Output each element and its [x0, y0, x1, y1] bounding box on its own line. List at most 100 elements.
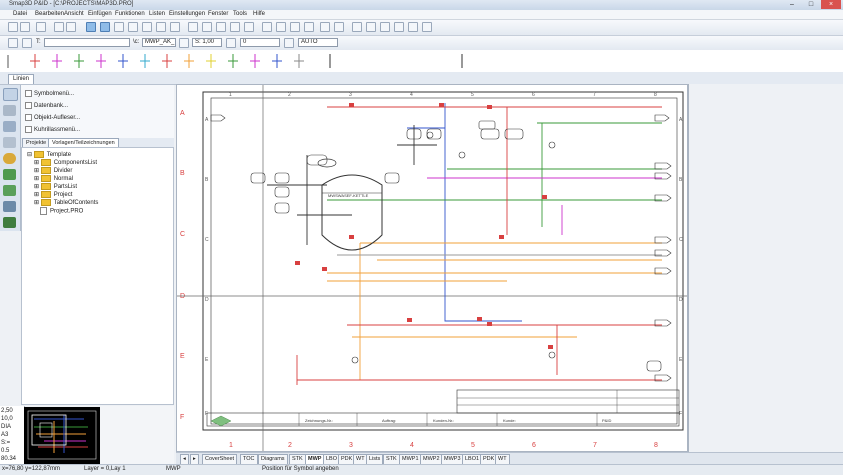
- tab-linien[interactable]: Linien: [8, 74, 35, 84]
- zoom-button[interactable]: [276, 22, 286, 32]
- menu-fenster[interactable]: Fenster: [208, 11, 228, 17]
- database-item[interactable]: Datenbank...: [25, 102, 170, 111]
- row-label-d: D: [180, 293, 185, 300]
- snap-button[interactable]: [366, 22, 376, 32]
- copy-button[interactable]: [202, 22, 212, 32]
- tree-item-normal[interactable]: ⊞ Normal: [34, 175, 73, 182]
- save-button[interactable]: [36, 22, 46, 32]
- layer-green-icon[interactable]: [3, 169, 16, 180]
- export-icon[interactable]: [3, 217, 16, 228]
- menu-datei[interactable]: Datei: [13, 11, 27, 17]
- layer-list-icon[interactable]: [3, 185, 16, 196]
- object-icon[interactable]: [3, 121, 16, 132]
- print-button[interactable]: [54, 22, 64, 32]
- pointer-tool-button[interactable]: [86, 22, 96, 32]
- export-button[interactable]: [422, 22, 432, 32]
- menu-einstellungen[interactable]: Einstellungen: [169, 11, 205, 17]
- network-button[interactable]: [408, 22, 418, 32]
- tree-item-divider[interactable]: ⊞ Divider: [34, 167, 72, 174]
- filter-button[interactable]: [262, 22, 272, 32]
- rect-tool-button[interactable]: [128, 22, 138, 32]
- grid-button[interactable]: [352, 22, 362, 32]
- cut-button[interactable]: [188, 22, 198, 32]
- redo-button[interactable]: [334, 22, 344, 32]
- maximize-button[interactable]: □: [802, 0, 820, 9]
- symbol-menu-icon[interactable]: [3, 88, 18, 101]
- col-label-2: 2: [288, 442, 292, 449]
- polygon-tool-button[interactable]: [156, 22, 166, 32]
- project-tree: ⊟ Template ⊞ ComponentsList ⊞ Divider ⊞ …: [21, 147, 174, 405]
- col-label-1: 1: [229, 442, 233, 449]
- style-icon[interactable]: [22, 38, 32, 48]
- move-button[interactable]: [244, 22, 254, 32]
- delete-button[interactable]: [230, 22, 240, 32]
- zoom-window-button[interactable]: [290, 22, 300, 32]
- tree-item-project-pro[interactable]: Project.PRO: [40, 207, 83, 215]
- drawing-canvas[interactable]: A B C D E F A B C D E F A B C D E F 1 2 …: [176, 84, 688, 452]
- tree-item-project[interactable]: ⊞ Project: [34, 191, 72, 198]
- svg-text:D: D: [205, 297, 209, 303]
- preview-button[interactable]: [66, 22, 76, 32]
- layer-field[interactable]: MWP_AK_: [142, 38, 176, 47]
- svg-text:5: 5: [471, 92, 474, 98]
- tree-item-componentslist[interactable]: ⊞ ComponentsList: [34, 159, 97, 166]
- tree-item-tableofcontents[interactable]: ⊞ TableOfContents: [34, 199, 98, 206]
- main-toolbar: [0, 20, 843, 36]
- drawing-stats: 2,50 10,0 DIA A3 S:= 0.5 80.34: [0, 406, 25, 464]
- settings-icon[interactable]: [3, 201, 16, 212]
- panel-tabs: Projekte Vorlagen/Teilzeichnungen: [21, 138, 174, 148]
- clipboard-icon[interactable]: [3, 137, 16, 148]
- status-hint: Position für Symbol angeben: [262, 466, 339, 472]
- menu-einfuegen[interactable]: Einfügen: [88, 11, 112, 17]
- left-tool-strip: [0, 85, 21, 231]
- menu-listen[interactable]: Listen: [149, 11, 165, 17]
- minimize-button[interactable]: –: [783, 0, 801, 9]
- color-picker-button[interactable]: [179, 38, 189, 48]
- paste-button[interactable]: [216, 22, 226, 32]
- close-button[interactable]: ×: [821, 0, 841, 9]
- layer-icon[interactable]: [8, 38, 18, 48]
- search-icon[interactable]: [3, 153, 16, 164]
- pen-tool-button[interactable]: [170, 22, 180, 32]
- mode-select[interactable]: AUTO: [298, 38, 338, 47]
- menu-funktionen[interactable]: Funktionen: [115, 11, 145, 17]
- row-label-a: A: [180, 110, 185, 117]
- col-label-5: 5: [471, 442, 475, 449]
- angle-icon[interactable]: [226, 38, 236, 48]
- scale-field[interactable]: S: 1,00: [192, 38, 222, 47]
- text-style-field[interactable]: [44, 38, 130, 47]
- svg-text:C: C: [679, 237, 683, 243]
- tree-item-template[interactable]: ⊟ Template: [27, 151, 71, 158]
- object-reader-item[interactable]: Objekt-Aufleser...: [25, 114, 170, 123]
- overview-minimap[interactable]: [24, 407, 100, 464]
- line-tool-button[interactable]: [100, 22, 110, 32]
- linetype-palette-graphic[interactable]: [0, 50, 843, 72]
- linetype-icon[interactable]: [284, 38, 294, 48]
- svg-text:Kunden-Nr.:: Kunden-Nr.:: [433, 418, 454, 423]
- database-icon[interactable]: [3, 105, 16, 116]
- text-tool-button[interactable]: [304, 22, 314, 32]
- right-panel: [688, 84, 843, 452]
- linetype-palette: [0, 50, 843, 73]
- circle-tool-button[interactable]: [142, 22, 152, 32]
- symbol-menu-item[interactable]: Symbolmenü...: [25, 90, 170, 99]
- menu-ansicht[interactable]: Ansicht: [64, 11, 84, 17]
- database-button[interactable]: [394, 22, 404, 32]
- open-file-button[interactable]: [20, 22, 30, 32]
- svg-text:3: 3: [349, 92, 352, 98]
- cooling-menu-item[interactable]: Kuhrillassmenü...: [25, 126, 170, 135]
- value-field[interactable]: 0: [240, 38, 280, 47]
- pipe-tool-button[interactable]: [114, 22, 124, 32]
- tree-item-partslist[interactable]: ⊞ PartsList: [34, 183, 77, 190]
- svg-text:4: 4: [410, 92, 413, 98]
- vessel-label: MWSWASEF-KETTLE: [328, 193, 369, 198]
- undo-button[interactable]: [320, 22, 330, 32]
- row-label-c: C: [180, 231, 185, 238]
- row-label-f: F: [180, 414, 184, 421]
- list-button[interactable]: [380, 22, 390, 32]
- menu-bearbeiten[interactable]: Bearbeiten: [35, 11, 64, 17]
- menu-hilfe[interactable]: Hilfe: [253, 11, 265, 17]
- coords-readout: x=76,80 y=122,87mm: [2, 466, 61, 472]
- new-file-button[interactable]: [8, 22, 18, 32]
- menu-tools[interactable]: Tools: [233, 11, 247, 17]
